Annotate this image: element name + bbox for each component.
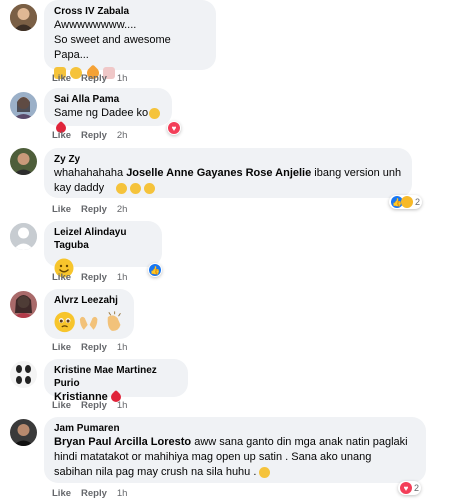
love-reaction-icon: ♥ xyxy=(168,122,180,134)
laughing-tears-emoji-icon xyxy=(144,182,156,194)
reaction-badge[interactable]: 👍 xyxy=(148,263,162,277)
timestamp[interactable]: 2h xyxy=(117,204,128,215)
commenter-name[interactable]: Cross IV Zabala xyxy=(54,5,206,18)
comment-text-line: sabihan nila pag may crush na sila huhu … xyxy=(54,465,416,480)
reaction-badge[interactable]: ♥ xyxy=(167,121,181,135)
like-button[interactable]: Like xyxy=(52,204,71,215)
comment-text: aww sana ganto din mga anak natin paglak… xyxy=(191,436,408,448)
like-button[interactable]: Like xyxy=(52,342,71,353)
comment-text-line: hindi matatakot or mahihiya mag open up … xyxy=(54,451,372,463)
comment-actions: Like Reply 1h xyxy=(52,73,137,84)
comment-text: whahahahaha xyxy=(54,167,127,179)
laughing-tears-emoji-icon xyxy=(116,182,127,194)
avatar[interactable] xyxy=(10,148,37,175)
commenter-name[interactable]: Jam Pumaren xyxy=(54,422,416,435)
commenter-name[interactable]: Alvrz Leezahj xyxy=(54,294,124,307)
comment-actions: Like Reply 1h xyxy=(52,488,137,499)
timestamp[interactable]: 2h xyxy=(117,130,128,141)
haha-reaction-icon xyxy=(401,196,413,208)
timestamp[interactable]: 1h xyxy=(117,400,128,411)
avatar[interactable] xyxy=(10,361,37,388)
reply-button[interactable]: Reply xyxy=(81,272,107,283)
open-hands-emoji-icon xyxy=(80,316,98,330)
reaction-badge[interactable]: 👍 2 xyxy=(389,195,423,209)
comment-actions: Like Reply 1h xyxy=(52,342,137,353)
like-button[interactable]: Like xyxy=(52,130,71,141)
comment-bubble: Sai Alla Pama Same ng Dadee ko xyxy=(44,88,172,136)
reply-button[interactable]: Reply xyxy=(81,400,107,411)
comment-actions: Like Reply 1h xyxy=(52,272,137,283)
timestamp[interactable]: 1h xyxy=(117,272,128,283)
tagged-names[interactable]: Joselle Anne Gayanes Rose Anjelie xyxy=(126,167,311,179)
comment-bubble: Alvrz Leezahj xyxy=(44,289,134,339)
comment-bubble: Zy Zy whahahahaha Joselle Anne Gayanes R… xyxy=(44,148,412,198)
timestamp[interactable]: 1h xyxy=(117,342,128,353)
emoji-row xyxy=(54,311,124,333)
reply-button[interactable]: Reply xyxy=(81,73,107,84)
commenter-name[interactable]: Sai Alla Pama xyxy=(54,93,162,106)
like-button[interactable]: Like xyxy=(52,488,71,499)
comment-text: Same ng Dadee ko xyxy=(54,107,149,119)
like-button[interactable]: Like xyxy=(52,272,71,283)
reply-button[interactable]: Reply xyxy=(81,204,107,215)
comment-actions: Like Reply 2h xyxy=(52,130,137,141)
avatar[interactable] xyxy=(10,291,37,318)
timestamp[interactable]: 1h xyxy=(117,488,128,499)
avatar[interactable] xyxy=(10,92,37,119)
comment-actions: Like Reply 1h xyxy=(52,400,137,411)
pleading-face-emoji-icon xyxy=(54,311,75,333)
like-button[interactable]: Like xyxy=(52,400,71,411)
comment-text: sabihan nila pag may crush na sila huhu … xyxy=(54,466,260,478)
love-reaction-icon: ♥ xyxy=(400,482,412,494)
reply-button[interactable]: Reply xyxy=(81,488,107,499)
crying-face-emoji-icon xyxy=(149,107,161,119)
avatar[interactable] xyxy=(10,4,37,31)
comment-text-line: So sweet and awesome Papa... xyxy=(54,34,171,61)
commenter-name[interactable]: Leizel Alindayu Taguba xyxy=(54,226,152,252)
commenter-name[interactable]: Zy Zy xyxy=(54,153,402,166)
comment-text-line: Bryan Paul Arcilla Loresto aww sana gant… xyxy=(54,435,416,450)
reply-button[interactable]: Reply xyxy=(81,342,107,353)
comment-text-line: whahahahaha Joselle Anne Gayanes Rose An… xyxy=(54,166,402,196)
reaction-count: 2 xyxy=(414,483,420,493)
tagged-names[interactable]: Bryan Paul Arcilla Loresto xyxy=(54,436,191,448)
comment-actions: Like Reply 2h xyxy=(52,204,137,215)
reply-button[interactable]: Reply xyxy=(81,130,107,141)
like-button[interactable]: Like xyxy=(52,73,71,84)
comment-bubble: Jam Pumaren Bryan Paul Arcilla Loresto a… xyxy=(44,417,426,483)
avatar[interactable] xyxy=(10,419,37,446)
timestamp[interactable]: 1h xyxy=(117,73,128,84)
grimacing-face-emoji-icon xyxy=(259,466,271,478)
avatar[interactable] xyxy=(10,223,37,250)
comment-bubble: Cross IV Zabala Awwwwwwww.... So sweet a… xyxy=(44,0,216,82)
like-reaction-icon: 👍 xyxy=(149,264,161,276)
commenter-name[interactable]: Kristine Mae Martinez Purio xyxy=(54,364,178,390)
comment-bubble: Kristine Mae Martinez Purio Kristianne xyxy=(44,359,188,405)
comment-bubble: Leizel Alindayu Taguba xyxy=(44,221,162,278)
reaction-count: 2 xyxy=(415,197,421,207)
laughing-tears-emoji-icon xyxy=(130,182,142,194)
clapping-hands-emoji-icon xyxy=(107,311,121,331)
comment-text-line: Awwwwwwww.... xyxy=(54,19,137,31)
comment-text-line xyxy=(116,181,156,196)
reaction-badge[interactable]: ♥ 2 xyxy=(398,481,422,495)
